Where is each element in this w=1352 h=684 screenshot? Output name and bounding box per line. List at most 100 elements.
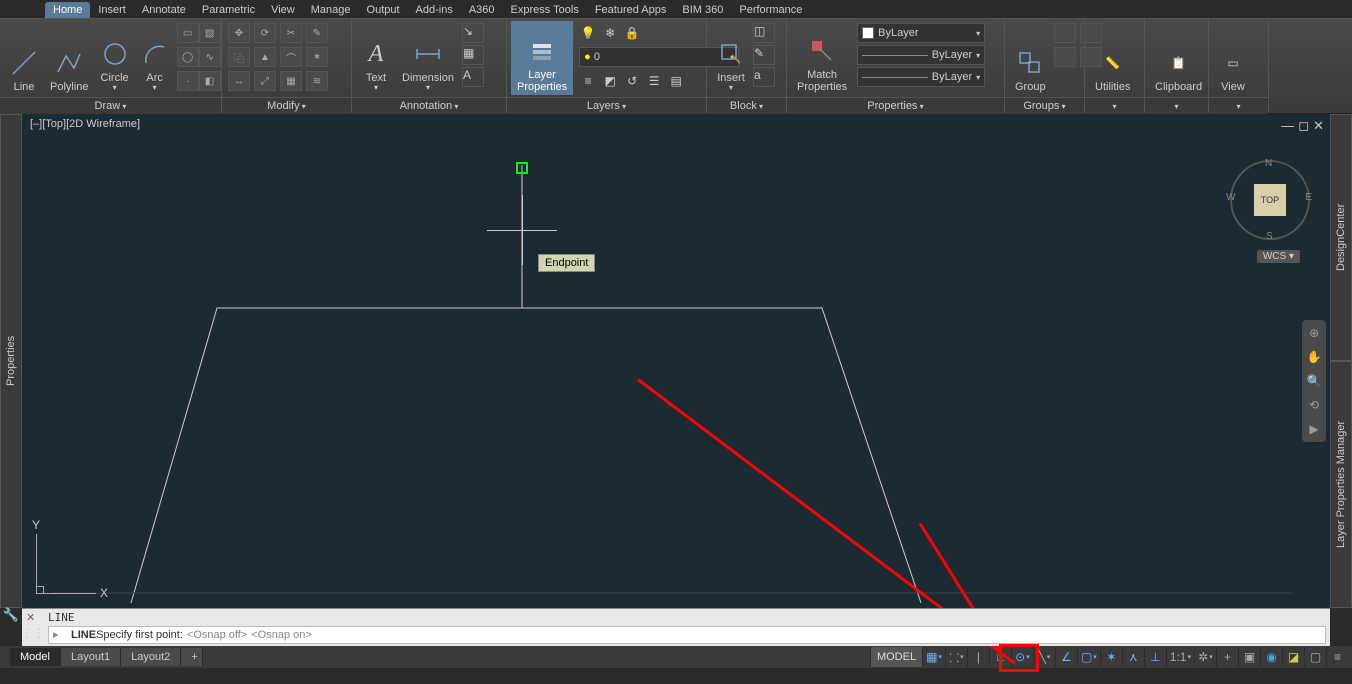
nav-fullnav-icon[interactable]: ⊕ bbox=[1305, 324, 1323, 342]
lineweight-combo[interactable]: ByLayer▾ bbox=[857, 45, 985, 65]
properties-palette-tab[interactable]: Properties bbox=[0, 114, 22, 608]
layer-walk-icon[interactable]: ▤ bbox=[667, 72, 685, 90]
viewcube-face[interactable]: TOP bbox=[1254, 184, 1286, 216]
status-customize-icon[interactable]: ≡ bbox=[1326, 647, 1348, 667]
rectangle-icon[interactable]: ▭ bbox=[177, 23, 199, 43]
status-snap-icon[interactable]: ⸬ ▾ bbox=[945, 647, 967, 667]
tab-featured[interactable]: Featured Apps bbox=[587, 2, 675, 18]
tab-parametric[interactable]: Parametric bbox=[194, 2, 263, 18]
attr-icon[interactable]: a bbox=[753, 67, 775, 87]
layer-off-icon[interactable]: 💡 bbox=[579, 24, 597, 42]
circle-button[interactable]: Circle bbox=[95, 21, 135, 95]
move-icon[interactable]: ✥ bbox=[228, 23, 250, 43]
status-grid-icon[interactable]: ▦ ▾ bbox=[922, 647, 945, 667]
view-button[interactable]: ▭View bbox=[1213, 21, 1253, 95]
insert-button[interactable]: Insert bbox=[711, 21, 751, 95]
linetype-combo[interactable]: ByLayer▾ bbox=[857, 67, 985, 87]
region-icon[interactable]: ◧ bbox=[199, 71, 221, 91]
tab-addins[interactable]: Add-ins bbox=[408, 2, 461, 18]
table-icon[interactable]: ▦ bbox=[462, 45, 484, 65]
panel-layers-title[interactable]: Layers bbox=[507, 97, 706, 114]
fillet-icon[interactable]: ⌒ bbox=[280, 47, 302, 67]
ungroup-icon[interactable] bbox=[1054, 23, 1076, 43]
rotate-icon[interactable]: ⟳ bbox=[254, 23, 276, 43]
tab-a360[interactable]: A360 bbox=[461, 2, 503, 18]
scale-icon[interactable]: ⤢ bbox=[254, 71, 276, 91]
panel-modify-title[interactable]: Modify bbox=[222, 97, 351, 114]
leader-icon[interactable]: ↘ bbox=[462, 23, 484, 43]
spline-icon[interactable]: ∿ bbox=[199, 47, 221, 67]
panel-groups-title[interactable]: Groups bbox=[1005, 97, 1084, 114]
tab-insert[interactable]: Insert bbox=[90, 2, 134, 18]
status-monitor-icon[interactable]: ▣ bbox=[1238, 647, 1260, 667]
wcs-badge[interactable]: WCS ▾ bbox=[1257, 250, 1300, 263]
tab-performance[interactable]: Performance bbox=[731, 2, 810, 18]
offset-icon[interactable]: ≋ bbox=[306, 71, 328, 91]
match-properties-button[interactable]: Match Properties bbox=[791, 21, 853, 95]
layer-state-icon[interactable]: ☰ bbox=[645, 72, 663, 90]
status-hw-icon[interactable]: ◉ bbox=[1260, 647, 1282, 667]
stretch-icon[interactable]: ↔ bbox=[228, 71, 250, 91]
status-ws-icon[interactable]: + bbox=[1216, 647, 1238, 667]
cmd-input[interactable]: ▸ LINE Specify first point: <Osnap off> … bbox=[48, 626, 1326, 644]
trim-icon[interactable]: ✂ bbox=[280, 23, 302, 43]
status-annoscale-icon[interactable]: ✲ ▾ bbox=[1194, 647, 1216, 667]
erase-icon[interactable]: ✎ bbox=[306, 23, 328, 43]
tab-annotate[interactable]: Annotate bbox=[134, 2, 194, 18]
polyline-button[interactable]: Polyline bbox=[44, 21, 95, 95]
arc-button[interactable]: Arc bbox=[135, 21, 175, 95]
dimension-button[interactable]: Dimension bbox=[396, 21, 460, 95]
tab-manage[interactable]: Manage bbox=[303, 2, 359, 18]
cmd-drag-handle[interactable]: ⋮⋮ bbox=[26, 623, 40, 643]
point-icon[interactable]: · bbox=[177, 71, 199, 91]
color-combo[interactable]: ByLayer▾ bbox=[857, 23, 985, 43]
viewport-label[interactable]: [–][Top][2D Wireframe] bbox=[30, 118, 140, 130]
designcenter-palette-tab[interactable]: DesignCenter bbox=[1330, 114, 1352, 361]
panel-draw-title[interactable]: Draw bbox=[0, 97, 221, 114]
status-isolate-icon[interactable]: ◪ bbox=[1282, 647, 1304, 667]
add-layout-button[interactable]: + bbox=[181, 648, 203, 666]
layout2-tab[interactable]: Layout2 bbox=[121, 648, 181, 666]
status-model-button[interactable]: MODEL bbox=[870, 647, 922, 667]
utilities-button[interactable]: 📏Utilities bbox=[1089, 21, 1136, 95]
hatch-icon[interactable]: ▨ bbox=[199, 23, 221, 43]
viewcube[interactable]: TOP NSEW bbox=[1230, 160, 1310, 240]
status-otrack-icon[interactable]: ∠ bbox=[1055, 647, 1077, 667]
nav-orbit-icon[interactable]: ⟲ bbox=[1305, 396, 1323, 414]
tab-home[interactable]: Home bbox=[45, 2, 90, 18]
model-tab[interactable]: Model bbox=[10, 648, 61, 666]
group-button[interactable]: Group bbox=[1009, 21, 1052, 95]
tab-view[interactable]: View bbox=[263, 2, 303, 18]
layer-freeze-icon[interactable]: ❄ bbox=[601, 24, 619, 42]
line-button[interactable]: Line bbox=[4, 21, 44, 95]
layer-match-icon[interactable]: ≡ bbox=[579, 72, 597, 90]
tab-output[interactable]: Output bbox=[359, 2, 408, 18]
nav-zoom-icon[interactable]: 🔍 bbox=[1305, 372, 1323, 390]
group-bbox-icon[interactable] bbox=[1054, 47, 1076, 67]
layer-manager-palette-tab[interactable]: Layer Properties Manager bbox=[1330, 361, 1352, 608]
panel-properties-title[interactable]: Properties bbox=[787, 97, 1004, 114]
tab-express[interactable]: Express Tools bbox=[503, 2, 587, 18]
layer-prev-icon[interactable]: ↺ bbox=[623, 72, 641, 90]
copy-icon[interactable]: ⿻ bbox=[228, 47, 250, 67]
panel-utilities-title[interactable] bbox=[1085, 97, 1144, 114]
viewport[interactable]: [–][Top][2D Wireframe] — ◻ ✕ Endpoint X … bbox=[22, 114, 1330, 608]
customize-icon[interactable]: 🔧 bbox=[2, 606, 20, 624]
mtext-icon[interactable]: A bbox=[462, 67, 484, 87]
ellipse-icon[interactable]: ◯ bbox=[177, 47, 199, 67]
status-3dosnap-icon[interactable]: ✶ bbox=[1100, 647, 1122, 667]
panel-clipboard-title[interactable] bbox=[1145, 97, 1208, 114]
edit-block-icon[interactable]: ✎ bbox=[753, 45, 775, 65]
clipboard-button[interactable]: 📋Clipboard bbox=[1149, 21, 1208, 95]
nav-showmotion-icon[interactable]: ▶ bbox=[1305, 420, 1323, 438]
create-block-icon[interactable]: ◫ bbox=[753, 23, 775, 43]
status-scale-button[interactable]: 1:1 ▾ bbox=[1166, 647, 1194, 667]
panel-annotation-title[interactable]: Annotation bbox=[352, 97, 506, 114]
status-clean-icon[interactable]: ▢ bbox=[1304, 647, 1326, 667]
layer-lock-icon[interactable]: 🔒 bbox=[623, 24, 641, 42]
status-dynucs-icon[interactable]: ⋏ bbox=[1122, 647, 1144, 667]
mirror-icon[interactable]: ▲ bbox=[254, 47, 276, 67]
panel-block-title[interactable]: Block bbox=[707, 97, 786, 114]
nav-pan-icon[interactable]: ✋ bbox=[1305, 348, 1323, 366]
status-dyn-icon[interactable]: ⊥ bbox=[1144, 647, 1166, 667]
